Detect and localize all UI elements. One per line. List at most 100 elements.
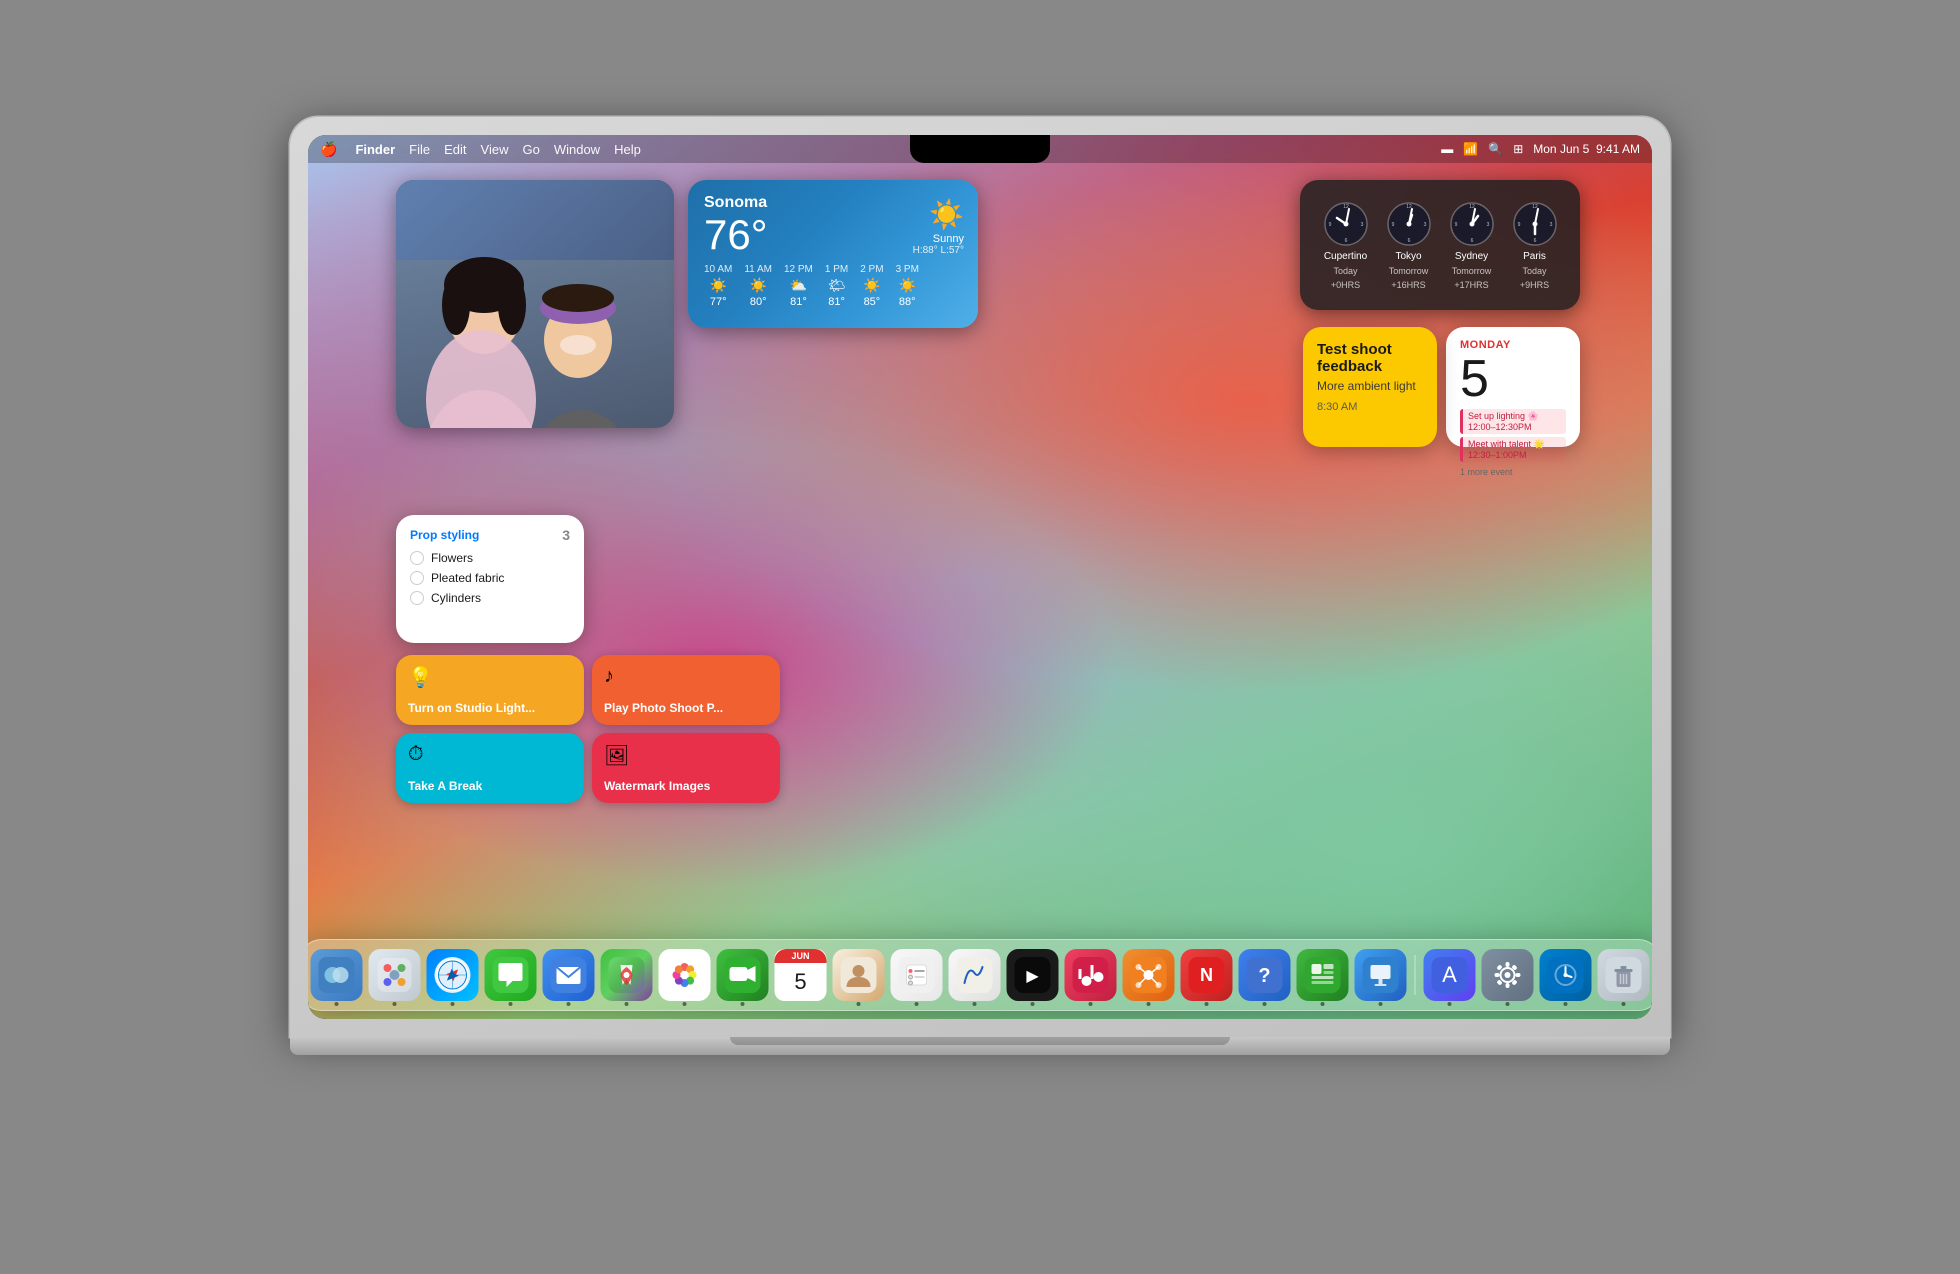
widget-notes: Test shoot feedback More ambient light 8… bbox=[1303, 327, 1437, 447]
macbook-lid: 🍎 Finder File Edit View Go Window Help ▬… bbox=[290, 117, 1670, 1037]
timer-icon: ⏱ bbox=[408, 743, 572, 766]
dock-app-mail[interactable] bbox=[543, 949, 595, 1001]
menu-view[interactable]: View bbox=[481, 142, 509, 157]
apple-logo[interactable]: 🍎 bbox=[320, 141, 337, 158]
dock-calendar-day-number: 5 bbox=[794, 963, 806, 1001]
reminder-text-2: Pleated fabric bbox=[431, 571, 504, 585]
dock-app-safari[interactable] bbox=[427, 949, 479, 1001]
svg-text:6: 6 bbox=[1533, 238, 1536, 244]
menubar-right: ▬ 📶 🔍 ⊞ Mon Jun 5 9:41 AM bbox=[1441, 142, 1640, 156]
dock-app-appstore[interactable]: A bbox=[1424, 949, 1476, 1001]
sun-icon: ☀️ bbox=[913, 198, 964, 231]
clock-offset-cupertino: +0HRS bbox=[1331, 280, 1360, 290]
menu-go[interactable]: Go bbox=[522, 142, 539, 157]
dock-app-photos[interactable] bbox=[659, 949, 711, 1001]
notes-time: 8:30 AM bbox=[1317, 401, 1423, 413]
dock: JUN 5 bbox=[308, 939, 1652, 1011]
shortcuts-grid: 💡 Turn on Studio Light... ♪ Play Photo S… bbox=[396, 655, 780, 803]
reminders-header: Prop styling 3 bbox=[410, 527, 570, 543]
reminders-title: Prop styling bbox=[410, 528, 479, 542]
svg-text:3: 3 bbox=[1486, 222, 1489, 228]
reminder-circle-3 bbox=[410, 591, 424, 605]
battery-icon[interactable]: ▬ bbox=[1441, 142, 1453, 156]
clock-city-cupertino: Cupertino bbox=[1324, 251, 1367, 262]
search-icon[interactable]: 🔍 bbox=[1488, 142, 1503, 156]
svg-text:6: 6 bbox=[1407, 238, 1410, 244]
dock-app-freeform[interactable] bbox=[949, 949, 1001, 1001]
dock-app-support[interactable]: ? bbox=[1239, 949, 1291, 1001]
music-icon: ♪ bbox=[604, 665, 768, 688]
dock-app-appletv[interactable]: ▶ bbox=[1007, 949, 1059, 1001]
control-center-icon[interactable]: ⊞ bbox=[1513, 142, 1523, 156]
shortcut-label-1: Turn on Studio Light... bbox=[408, 701, 572, 715]
svg-text:6: 6 bbox=[1344, 238, 1347, 244]
weather-hour-11am: 11 AM ☀️ 80° bbox=[744, 264, 772, 308]
widget-clocks: 12 3 6 9 Cupertino Today +0HRS bbox=[1300, 180, 1580, 310]
screen-bezel: 🍎 Finder File Edit View Go Window Help ▬… bbox=[308, 135, 1652, 1019]
weather-hour-12pm: 12 PM ⛅ 81° bbox=[784, 264, 813, 308]
calendar-event-1: Set up lighting 🌸 12:00–12:30PM bbox=[1460, 409, 1566, 434]
clock-tokyo: 12 3 6 9 Tokyo Tomorrow +16HRS bbox=[1386, 201, 1432, 290]
menu-file[interactable]: File bbox=[409, 142, 430, 157]
macbook-device: 🍎 Finder File Edit View Go Window Help ▬… bbox=[250, 117, 1710, 1157]
dock-app-screentime[interactable] bbox=[1540, 949, 1592, 1001]
menubar-datetime: Mon Jun 5 9:41 AM bbox=[1533, 142, 1640, 156]
dock-app-messages[interactable] bbox=[485, 949, 537, 1001]
weather-hour-2pm: 2 PM ☀️ 85° bbox=[860, 264, 883, 308]
dock-app-reminders[interactable] bbox=[891, 949, 943, 1001]
menu-help[interactable]: Help bbox=[614, 142, 641, 157]
shortcut-play-music[interactable]: ♪ Play Photo Shoot P... bbox=[592, 655, 780, 725]
shortcut-take-break[interactable]: ⏱ Take A Break bbox=[396, 733, 584, 803]
event-1-time: 12:00–12:30PM bbox=[1468, 422, 1561, 432]
dock-app-launchpad[interactable] bbox=[369, 949, 421, 1001]
notes-title: Test shoot feedback bbox=[1317, 341, 1423, 375]
clock-city-paris: Paris bbox=[1523, 251, 1546, 262]
dock-app-numbers[interactable] bbox=[1297, 949, 1349, 1001]
event-2-time: 12:30–1:00PM bbox=[1468, 450, 1561, 460]
svg-text:9: 9 bbox=[1328, 222, 1331, 228]
svg-text:3: 3 bbox=[1423, 222, 1426, 228]
dock-app-contacts[interactable] bbox=[833, 949, 885, 1001]
calendar-more-events: 1 more event bbox=[1460, 467, 1566, 477]
dock-app-facetime[interactable] bbox=[717, 949, 769, 1001]
shortcut-studio-light[interactable]: 💡 Turn on Studio Light... bbox=[396, 655, 584, 725]
clock-city-sydney: Sydney bbox=[1455, 251, 1488, 262]
wifi-icon[interactable]: 📶 bbox=[1463, 142, 1478, 156]
photo-display bbox=[396, 180, 674, 428]
weather-hourly: 10 AM ☀️ 77° 11 AM ☀️ 80° 12 PM ⛅ 81 bbox=[704, 264, 962, 308]
dock-app-system-settings[interactable] bbox=[1482, 949, 1534, 1001]
dock-calendar-month-label: JUN bbox=[775, 949, 827, 963]
svg-text:A: A bbox=[1442, 962, 1457, 987]
notch bbox=[910, 135, 1050, 163]
menu-window[interactable]: Window bbox=[554, 142, 600, 157]
event-1-name: Set up lighting 🌸 bbox=[1468, 411, 1561, 422]
clock-day-cupertino: Today bbox=[1333, 266, 1357, 276]
widget-photos bbox=[396, 180, 674, 428]
desktop: 🍎 Finder File Edit View Go Window Help ▬… bbox=[308, 135, 1652, 1019]
dock-app-keynote[interactable] bbox=[1355, 949, 1407, 1001]
dock-app-calendar[interactable]: JUN 5 bbox=[775, 949, 827, 1001]
svg-text:N: N bbox=[1200, 965, 1213, 985]
clock-city-tokyo: Tokyo bbox=[1395, 251, 1421, 262]
menubar-app-name[interactable]: Finder bbox=[355, 142, 395, 157]
clock-offset-tokyo: +16HRS bbox=[1391, 280, 1425, 290]
dock-app-music[interactable] bbox=[1065, 949, 1117, 1001]
dock-app-finder[interactable] bbox=[311, 949, 363, 1001]
weather-hour-1pm: 1 PM 🌤 81° bbox=[825, 264, 848, 308]
svg-text:9: 9 bbox=[1454, 222, 1457, 228]
reminder-item-1: Flowers bbox=[410, 551, 570, 565]
dock-app-mindnode[interactable] bbox=[1123, 949, 1175, 1001]
macbook-foot bbox=[730, 1037, 1230, 1045]
shortcut-watermark[interactable]: 🖼 Watermark Images bbox=[592, 733, 780, 803]
dock-app-news[interactable]: N bbox=[1181, 949, 1233, 1001]
dock-app-maps[interactable] bbox=[601, 949, 653, 1001]
calendar-date: 5 bbox=[1460, 353, 1566, 405]
reminder-text-3: Cylinders bbox=[431, 591, 481, 605]
svg-text:9: 9 bbox=[1517, 222, 1520, 228]
menu-edit[interactable]: Edit bbox=[444, 142, 466, 157]
dock-app-trash[interactable] bbox=[1598, 949, 1650, 1001]
weather-condition: ☀️ Sunny H:88° L:57° bbox=[913, 198, 964, 256]
svg-text:?: ? bbox=[1258, 965, 1270, 987]
calendar-event-2: Meet with talent 🌟 12:30–1:00PM bbox=[1460, 437, 1566, 462]
weather-hour-3pm: 3 PM ☀️ 88° bbox=[896, 264, 919, 308]
